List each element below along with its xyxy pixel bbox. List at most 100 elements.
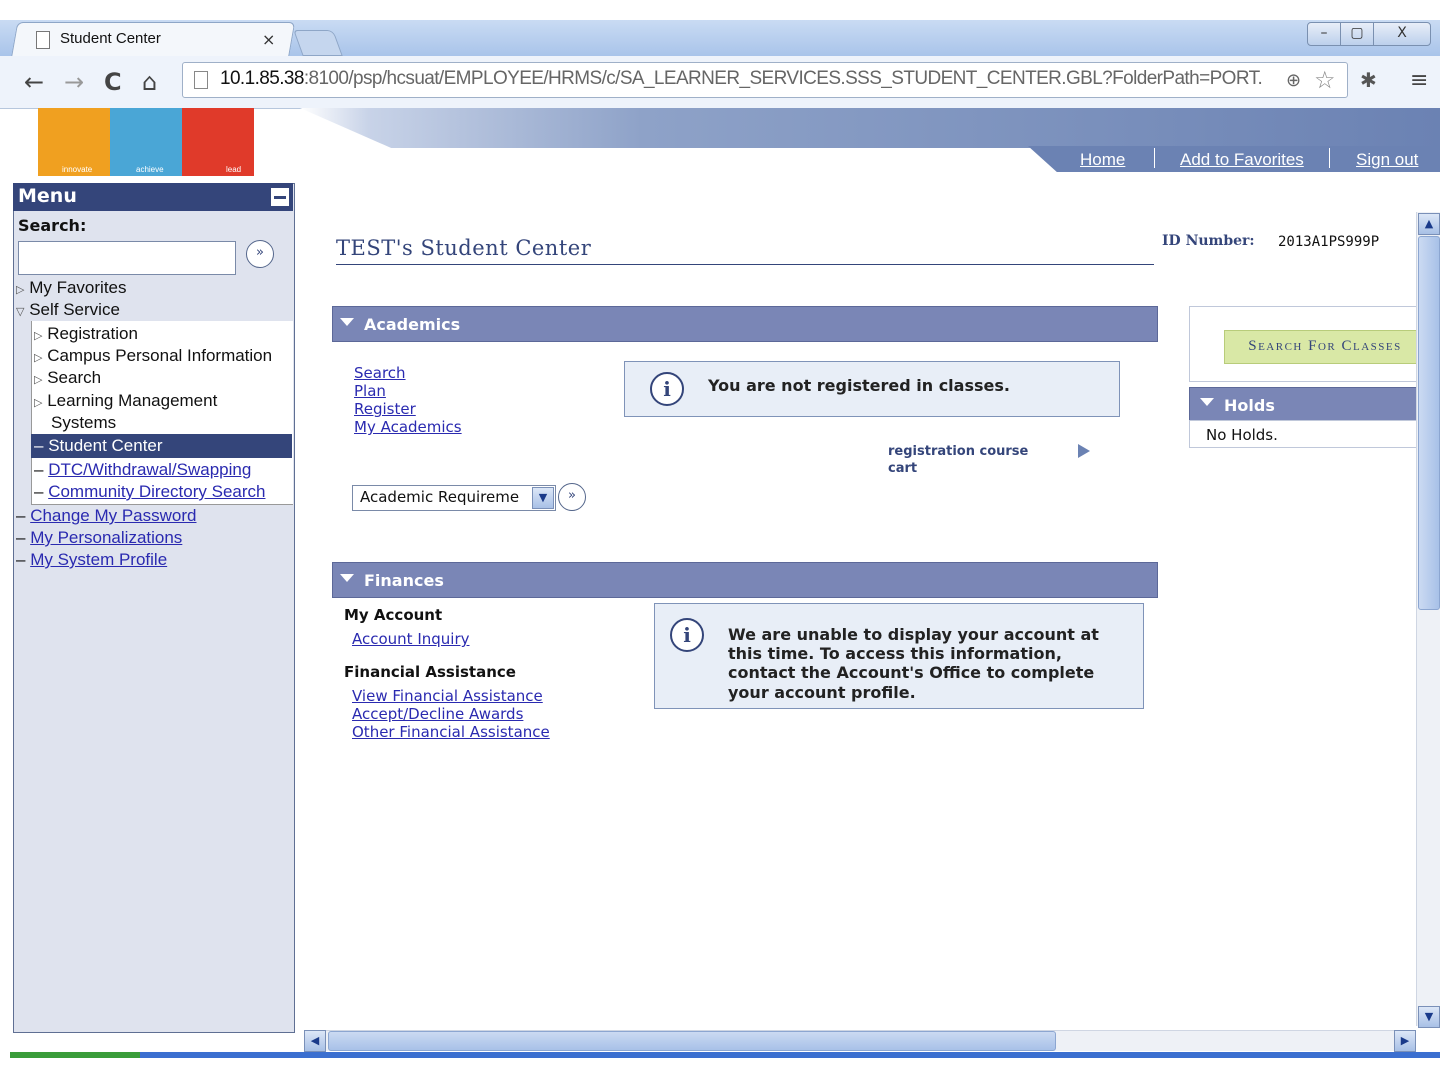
my-academics-link[interactable]: My Academics [354, 418, 462, 436]
zoom-icon[interactable]: ⊕ [1286, 70, 1301, 91]
maximize-button[interactable]: ▢ [1340, 22, 1374, 46]
menu-item-label: Self Service [29, 300, 120, 319]
id-number-label: ID Number: [1162, 233, 1255, 249]
view-financial-assistance-link[interactable]: View Financial Assistance [352, 687, 543, 705]
menu-item-change-password[interactable]: – Change My Password [16, 506, 197, 526]
account-unavailable-line-4: your account profile. [728, 683, 916, 702]
not-registered-message: You are not registered in classes. [708, 376, 1010, 395]
menu-item-registration[interactable]: ▷ Registration [34, 324, 138, 344]
url-path: :8100/psp/hcsuat/EMPLOYEE/HRMS/c/SA_LEAR… [303, 68, 1263, 89]
vertical-scroll-thumb[interactable] [1418, 236, 1440, 610]
collapse-triangle-icon[interactable] [340, 574, 354, 582]
minimize-button[interactable]: – [1307, 22, 1341, 46]
header-banner [300, 108, 1440, 148]
other-financial-assistance-link[interactable]: Other Financial Assistance [352, 723, 550, 741]
menu-item-label: Registration [47, 324, 138, 343]
menu-item-label: Student Center [48, 436, 163, 455]
academics-search-link[interactable]: Search [354, 364, 406, 382]
header-separator [1329, 148, 1330, 168]
menu-item-label: Search [47, 368, 102, 387]
logo-block-achieve: achieve [110, 108, 182, 176]
finances-heading: Finances [364, 571, 444, 590]
registration-cart-link[interactable]: registration course cart [888, 443, 1058, 477]
menu-search-go-button[interactable]: » [246, 240, 274, 268]
collapse-icon[interactable] [270, 187, 290, 207]
menu-item-campus-personal-information[interactable]: ▷ Campus Personal Information [34, 346, 272, 366]
page-info-icon[interactable] [194, 71, 208, 89]
collapse-triangle-icon[interactable] [1200, 398, 1214, 406]
financial-assistance-heading: Financial Assistance [344, 663, 516, 681]
finances-section-header[interactable] [332, 562, 1158, 598]
page-title: TEST's Student Center [336, 236, 592, 260]
academic-requirements-select-value: Academic Requireme [360, 488, 520, 506]
header-separator [1154, 148, 1155, 168]
menu-item-learning-management[interactable]: ▷ Learning Management [34, 391, 217, 411]
reload-icon[interactable]: C [104, 68, 122, 96]
horizontal-scroll-thumb[interactable] [328, 1031, 1056, 1051]
expand-triangle-icon: ▷ [16, 284, 25, 296]
accept-decline-awards-link[interactable]: Accept/Decline Awards [352, 705, 523, 723]
forward-icon[interactable]: → [64, 68, 84, 96]
logo-word-achieve: achieve [136, 165, 164, 174]
back-icon[interactable]: ← [24, 68, 44, 96]
account-unavailable-line-1: We are unable to display your account at [728, 625, 1099, 644]
menu-item-label: Learning Management [47, 391, 218, 410]
menu-item-student-center[interactable]: – Student Center [34, 436, 163, 456]
menu-item-label: My System Profile [30, 550, 168, 569]
id-number-value: 2013A1PS999P [1278, 234, 1380, 250]
expand-triangle-icon: ▷ [34, 330, 43, 342]
star-icon[interactable]: ☆ [1314, 66, 1336, 94]
menu-item-community-directory[interactable]: – Community Directory Search [34, 482, 265, 502]
menu-item-dtc[interactable]: – DTC/Withdrawal/Swapping [34, 460, 251, 480]
extension-icon[interactable]: ✱ [1360, 68, 1377, 92]
logo-word-innovate: innovate [62, 165, 93, 174]
academics-heading: Academics [364, 315, 461, 334]
menu-item-label: Campus Personal Information [47, 346, 273, 365]
academics-register-link[interactable]: Register [354, 400, 416, 418]
url-text[interactable]: 10.1.85.38:8100/psp/hcsuat/EMPLOYEE/HRMS… [220, 68, 1263, 90]
academic-go-button[interactable]: » [558, 483, 586, 511]
menu-item-my-favorites[interactable]: ▷ My Favorites [16, 278, 127, 298]
expand-triangle-icon: ▷ [34, 374, 43, 386]
info-icon: i [650, 372, 684, 406]
chevron-down-icon[interactable]: ▼ [532, 487, 554, 509]
tab-title[interactable]: Student Center [60, 30, 161, 47]
logo-block-lead: lead [182, 108, 254, 176]
scroll-up-button[interactable]: ▲ [1418, 213, 1440, 235]
scroll-left-button[interactable]: ◀ [304, 1030, 326, 1052]
collapse-triangle-icon[interactable] [340, 318, 354, 326]
menu-item-label: DTC/Withdrawal/Swapping [48, 460, 252, 479]
menu-title: Menu [18, 185, 77, 207]
arrow-right-icon[interactable] [1078, 444, 1090, 458]
home-link[interactable]: Home [1080, 150, 1125, 170]
title-divider [336, 264, 1154, 265]
academics-plan-link[interactable]: Plan [354, 382, 386, 400]
close-window-button[interactable]: X [1373, 22, 1431, 46]
menu-item-label: My Favorites [29, 278, 127, 297]
home-icon[interactable]: ⌂ [142, 68, 157, 96]
menu-item-system-profile[interactable]: – My System Profile [16, 550, 167, 570]
taskbar-strip [10, 1052, 1440, 1058]
logo-word-lead: lead [226, 165, 242, 174]
sign-out-link[interactable]: Sign out [1356, 150, 1418, 170]
menu-item-search[interactable]: ▷ Search [34, 368, 101, 388]
logo: innovate achieve lead [38, 108, 254, 176]
document-icon [36, 31, 50, 49]
collapse-triangle-icon: ▽ [16, 306, 25, 318]
menu-item-personalizations[interactable]: – My Personalizations [16, 528, 182, 548]
holds-heading: Holds [1224, 396, 1275, 415]
menu-icon[interactable]: ≡ [1410, 68, 1428, 93]
scroll-down-button[interactable]: ▼ [1418, 1006, 1440, 1028]
logo-block-innovate: innovate [38, 108, 110, 176]
menu-search-input[interactable] [18, 241, 236, 275]
menu-item-self-service[interactable]: ▽ Self Service [16, 300, 120, 320]
search-for-classes-button[interactable]: Search For Classes [1224, 330, 1426, 364]
holds-message: No Holds. [1206, 426, 1278, 444]
add-to-favorites-link[interactable]: Add to Favorites [1180, 150, 1304, 170]
tab-close-icon[interactable]: × [262, 30, 275, 49]
expand-triangle-icon: ▷ [34, 352, 43, 364]
menu-item-label: Change My Password [30, 506, 197, 525]
account-inquiry-link[interactable]: Account Inquiry [352, 630, 470, 648]
scroll-right-button[interactable]: ▶ [1394, 1030, 1416, 1052]
menu-item-learning-management-cont[interactable]: Systems [51, 413, 116, 433]
